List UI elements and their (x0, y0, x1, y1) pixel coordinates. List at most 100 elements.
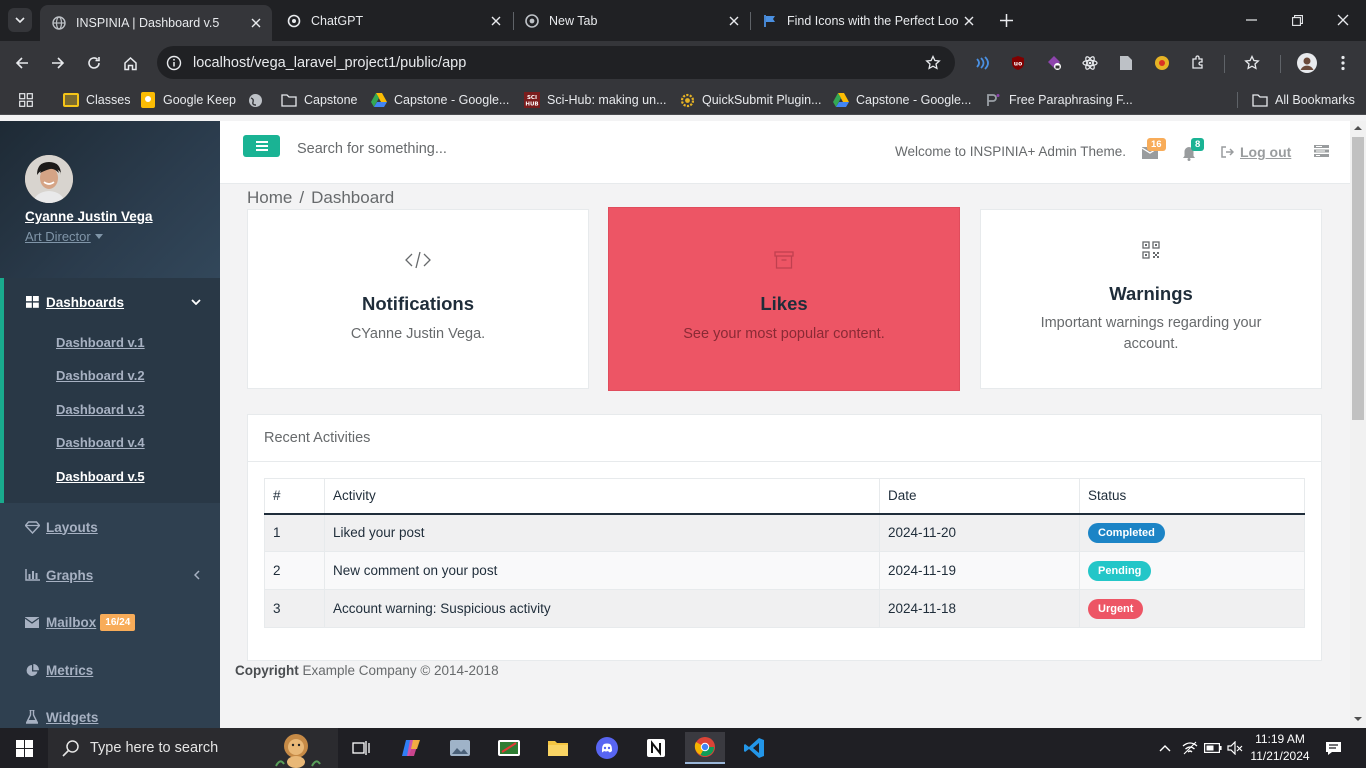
tab-search-button[interactable] (8, 8, 32, 32)
bookmark-capstone-drive-1[interactable]: Capstone - Google... (371, 91, 509, 109)
document-extension-icon[interactable] (1116, 53, 1136, 73)
forward-button[interactable] (46, 51, 70, 75)
arrow-right-icon (52, 57, 65, 69)
bookmarks-manager-star-icon[interactable] (1242, 53, 1262, 73)
snipping-tool-app[interactable] (489, 732, 529, 764)
page-scrollbar[interactable] (1350, 121, 1366, 728)
profile-avatar-icon[interactable] (1297, 53, 1317, 73)
bookmark-star-icon[interactable] (923, 53, 943, 73)
scroll-up-arrow-icon[interactable] (1350, 121, 1366, 135)
warnings-card[interactable]: Warnings Important warnings regarding yo… (980, 209, 1322, 389)
nav-metrics[interactable]: Metrics (0, 652, 220, 688)
search-input[interactable] (297, 141, 597, 157)
react-devtools-icon[interactable] (1080, 53, 1100, 73)
network-status[interactable] (1181, 739, 1199, 757)
copilot-app[interactable] (391, 732, 431, 764)
close-window-button[interactable] (1320, 0, 1366, 40)
bookmarks-bar: Classes Google Keep Capstone Capstone - … (0, 85, 1366, 115)
notifications-card[interactable]: Notifications CYanne Justin Vega. (247, 209, 589, 389)
site-info-icon[interactable] (163, 52, 185, 74)
home-button[interactable] (118, 51, 142, 75)
close-tab-icon[interactable] (724, 11, 744, 31)
nav-layouts[interactable]: Layouts (0, 509, 220, 545)
bookmark-label: QuickSubmit Plugin... (702, 93, 822, 107)
scrollbar-thumb[interactable] (1352, 137, 1364, 420)
tab-new-tab[interactable]: New Tab (513, 0, 750, 41)
chrome-color-extension-icon[interactable] (1152, 53, 1172, 73)
bookmark-classes[interactable]: Classes (63, 91, 130, 109)
start-button[interactable] (0, 728, 48, 768)
sidebar-toggle-button[interactable] (243, 135, 280, 157)
diamond-icon (24, 519, 40, 535)
taskbar-search[interactable]: Type here to search (48, 728, 338, 768)
wifi-extension-icon[interactable] (972, 53, 992, 73)
volume-status[interactable] (1226, 739, 1244, 757)
photos-app[interactable] (440, 732, 480, 764)
nav-mailbox[interactable]: Mailbox 16/24 (0, 604, 220, 640)
messages-button[interactable]: 16 (1142, 138, 1166, 161)
nav-graphs[interactable]: Graphs (0, 557, 220, 593)
user-name[interactable]: Cyanne Justin Vega (25, 209, 153, 224)
vscode-app[interactable] (734, 732, 774, 764)
tab-inspinia[interactable]: INSPINIA | Dashboard v.5 (40, 5, 272, 41)
bookmark-paraphrasing[interactable]: Free Paraphrasing F... (986, 91, 1133, 109)
close-tab-icon[interactable] (486, 11, 506, 31)
nav-label: Dashboards (46, 294, 125, 310)
nav-dashboard-v2[interactable]: Dashboard v.2 (56, 368, 145, 383)
apps-grid-button[interactable] (18, 91, 41, 109)
alerts-button[interactable]: 8 (1182, 138, 1205, 161)
minimize-button[interactable] (1228, 0, 1274, 40)
table-row[interactable]: 2 New comment on your post 2024-11-19 Pe… (264, 551, 1305, 590)
nav-dashboard-v1[interactable]: Dashboard v.1 (56, 335, 145, 350)
clock-date: 11/21/2024 (1250, 749, 1310, 763)
bookmark-globe[interactable] (247, 91, 270, 109)
likes-card[interactable]: Likes See your most popular content. (608, 207, 960, 391)
bookmark-quicksubmit[interactable]: QuickSubmit Plugin... (679, 91, 822, 109)
bookmark-scihub[interactable]: SCI HUB Sci-Hub: making un... (524, 91, 667, 109)
chrome-menu-icon[interactable] (1333, 53, 1353, 73)
all-bookmarks-button[interactable]: All Bookmarks (1252, 91, 1355, 109)
main-content: Home / Dashboard Notifications CYanne Just… (220, 184, 1350, 728)
back-button[interactable] (10, 51, 34, 75)
battery-status[interactable] (1204, 739, 1222, 757)
column-header: Date (879, 478, 1080, 515)
bookmark-capstone-drive-2[interactable]: Capstone - Google... (833, 91, 971, 109)
address-bar[interactable]: localhost/vega_laravel_project1/public/a… (157, 46, 955, 79)
table-row[interactable]: 1 Liked your post 2024-11-20 Completed (264, 513, 1305, 552)
bookmark-capstone-folder[interactable]: Capstone (281, 91, 358, 109)
task-view-button[interactable] (341, 732, 381, 764)
extensions-puzzle-icon[interactable] (1188, 53, 1208, 73)
close-tab-icon[interactable] (959, 11, 979, 31)
tab-chatgpt[interactable]: ChatGPT (275, 0, 512, 41)
chrome-app[interactable] (685, 732, 725, 764)
notification-center-button[interactable] (1324, 739, 1342, 757)
chrome-icon (524, 13, 540, 29)
notion-app[interactable] (636, 732, 676, 764)
logout-link[interactable]: Log out (1221, 144, 1291, 160)
nav-dashboards[interactable]: Dashboards (0, 284, 220, 320)
nav-dashboard-v4[interactable]: Dashboard v.4 (56, 435, 145, 450)
avatar[interactable] (25, 155, 73, 203)
bookmark-google-keep[interactable]: Google Keep (140, 91, 236, 109)
ublock-icon[interactable]: uo (1008, 53, 1028, 73)
bookmark-label: Google Keep (163, 93, 236, 107)
user-role-dropdown[interactable]: Art Director (25, 229, 103, 244)
tab-find-icons[interactable]: Find Icons with the Perfect Look (751, 0, 985, 41)
table-row[interactable]: 3 Account warning: Suspicious activity 2… (264, 589, 1305, 628)
nav-dashboard-v3[interactable]: Dashboard v.3 (56, 402, 145, 417)
reload-button[interactable] (82, 51, 106, 75)
system-clock[interactable]: 11:19 AM 11/21/2024 (1244, 731, 1316, 765)
breadcrumb-home[interactable]: Home (247, 188, 292, 207)
tray-overflow-chevron[interactable] (1156, 739, 1174, 757)
table-header-row: # Activity Date Status (264, 478, 1305, 515)
scroll-down-arrow-icon[interactable] (1350, 712, 1366, 726)
color-lock-extension-icon[interactable] (1044, 53, 1064, 73)
restore-button[interactable] (1274, 0, 1320, 40)
discord-app[interactable] (587, 732, 627, 764)
file-explorer-app[interactable] (538, 732, 578, 764)
right-sidebar-toggle[interactable] (1314, 145, 1330, 159)
new-tab-button[interactable] (996, 10, 1016, 30)
close-tab-icon[interactable] (246, 13, 266, 33)
nav-dashboard-v5[interactable]: Dashboard v.5 (56, 469, 145, 484)
nav-widgets[interactable]: Widgets (0, 699, 220, 728)
